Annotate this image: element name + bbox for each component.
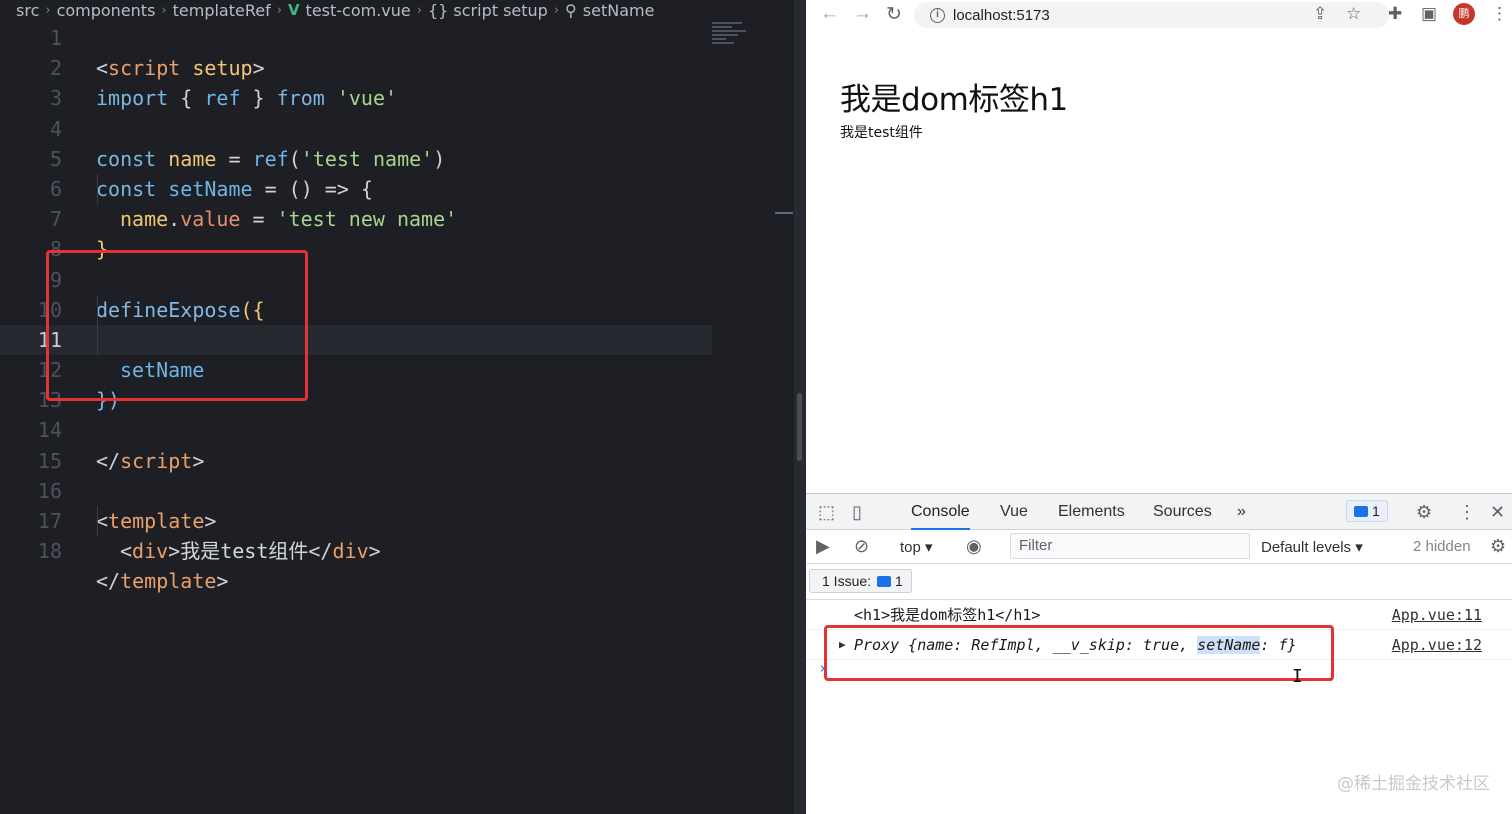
code-line: 5 const setName = () => { [49,146,373,201]
log-source-link[interactable]: App.vue:12 [1392,630,1482,660]
reload-icon[interactable]: ↻ [886,3,902,26]
breadcrumb-components[interactable]: components [57,1,156,20]
console-toolbar: ▶ ⊘ top ▾ ◉ Filter Default levels ▾ 2 hi… [806,530,1512,564]
code-line: 16 <template> [37,478,217,534]
vue-file-icon: V [287,1,300,19]
code-line: 3 [49,86,62,111]
tab-sources[interactable]: Sources [1153,503,1212,521]
filter-input[interactable]: Filter [1010,533,1250,559]
device-toolbar-icon[interactable]: ▯ [852,502,862,523]
message-icon [877,576,892,587]
extensions-icon[interactable]: ✚ [1388,4,1402,24]
chevron-right-icon: › [161,2,167,18]
avatar[interactable]: 鹏 [1453,3,1475,25]
more-menu-icon[interactable]: ⋮ [1491,4,1508,24]
code-line: 18 </template> [37,539,229,594]
code-line: 1 <script setup> [49,26,265,81]
forward-icon[interactable]: → [853,3,872,25]
code-line: 15 [37,448,62,473]
inspect-element-icon[interactable]: ⬚ [818,502,835,523]
breadcrumb-file[interactable]: test-com.vue [306,1,411,20]
context-select[interactable]: top ▾ [900,538,933,556]
console-settings-icon[interactable]: ⚙ [1490,536,1506,557]
hidden-count: 2 hidden [1413,538,1471,555]
kebab-menu-icon[interactable]: ⋮ [1458,502,1476,523]
devtools-tabbar: ⬚ ▯ Console Vue Elements Sources » 1 ⚙ ⋮… [806,494,1512,530]
log-levels-select[interactable]: Default levels ▾ [1261,538,1363,556]
share-icon[interactable]: ⇪ [1313,4,1327,24]
indent-guide [97,173,98,204]
back-icon[interactable]: ← [820,3,839,25]
code-line: 7 } [49,207,109,262]
code-editor[interactable]: src › components › templateRef › V test-… [0,0,800,814]
message-icon [1354,506,1368,517]
url-text[interactable]: localhost:5173 [953,7,1050,24]
drag-handle[interactable] [797,393,802,461]
side-panel-icon[interactable]: ▣ [1421,4,1437,24]
page-paragraph: 我是test组件 [840,125,923,141]
eye-icon[interactable]: ◉ [966,536,982,557]
tab-elements[interactable]: Elements [1058,503,1125,521]
chevron-right-icon: › [416,2,422,18]
star-icon[interactable]: ☆ [1346,4,1361,24]
breadcrumb-src[interactable]: src [16,1,39,20]
chevron-right-icon: › [45,2,51,18]
sidebar-toggle-icon[interactable]: ▶ [816,536,830,557]
scrollbar-marker [775,212,793,214]
code-line: 2 import { ref } from 'vue' [49,56,398,111]
watermark: @稀土掘金技术社区 [1337,774,1490,794]
minimap[interactable] [712,20,774,60]
chevron-right-icon: › [553,2,560,18]
page-heading: 我是dom标签h1 [840,82,1068,118]
chevron-right-icon: › [276,2,282,18]
pane-divider[interactable] [794,0,806,814]
info-icon[interactable]: i [930,7,945,23]
code-line: 6 name.value = 'test new name' [0,173,800,231]
breadcrumb-script-setup[interactable]: {} script setup [428,1,548,20]
issues-button[interactable]: 1 Issue: 1 [809,569,912,593]
annotation-box [46,250,308,401]
wrench-icon: ⚲ [565,0,577,20]
browser-window: ← → ↻ i localhost:5173 ⇪ ☆ ✚ ▣ 鹏 ⋮ 我是dom… [806,0,1512,814]
messages-badge[interactable]: 1 [1346,500,1388,522]
page-content: 我是dom标签h1 我是test组件 [806,30,1512,493]
tab-vue[interactable]: Vue [1000,503,1028,521]
breadcrumb-setname[interactable]: setName [583,1,655,20]
breadcrumb-templateref[interactable]: templateRef [173,1,271,20]
code-line: 4 const name = ref('test name') [49,116,446,171]
code-line: 14 </script> [37,418,205,473]
tab-console[interactable]: Console [911,503,970,530]
indent-guide [97,506,98,536]
settings-gear-icon[interactable]: ⚙ [1416,502,1432,523]
code-line: 17 <div>我是test组件</div> [0,506,800,563]
annotation-box [824,625,1334,681]
issues-row: 1 Issue: 1 [806,564,1512,600]
clear-console-icon[interactable]: ⊘ [854,536,869,557]
close-icon[interactable]: ✕ [1490,502,1505,523]
browser-toolbar: ← → ↻ i localhost:5173 ⇪ ☆ ✚ ▣ 鹏 ⋮ [806,0,1512,30]
more-tabs-icon[interactable]: » [1237,503,1246,521]
breadcrumb: src › components › templateRef › V test-… [16,0,654,20]
devtools-panel: ⬚ ▯ Console Vue Elements Sources » 1 ⚙ ⋮… [806,493,1512,814]
log-source-link[interactable]: App.vue:11 [1392,600,1482,630]
text-cursor-icon: I [1292,666,1303,687]
